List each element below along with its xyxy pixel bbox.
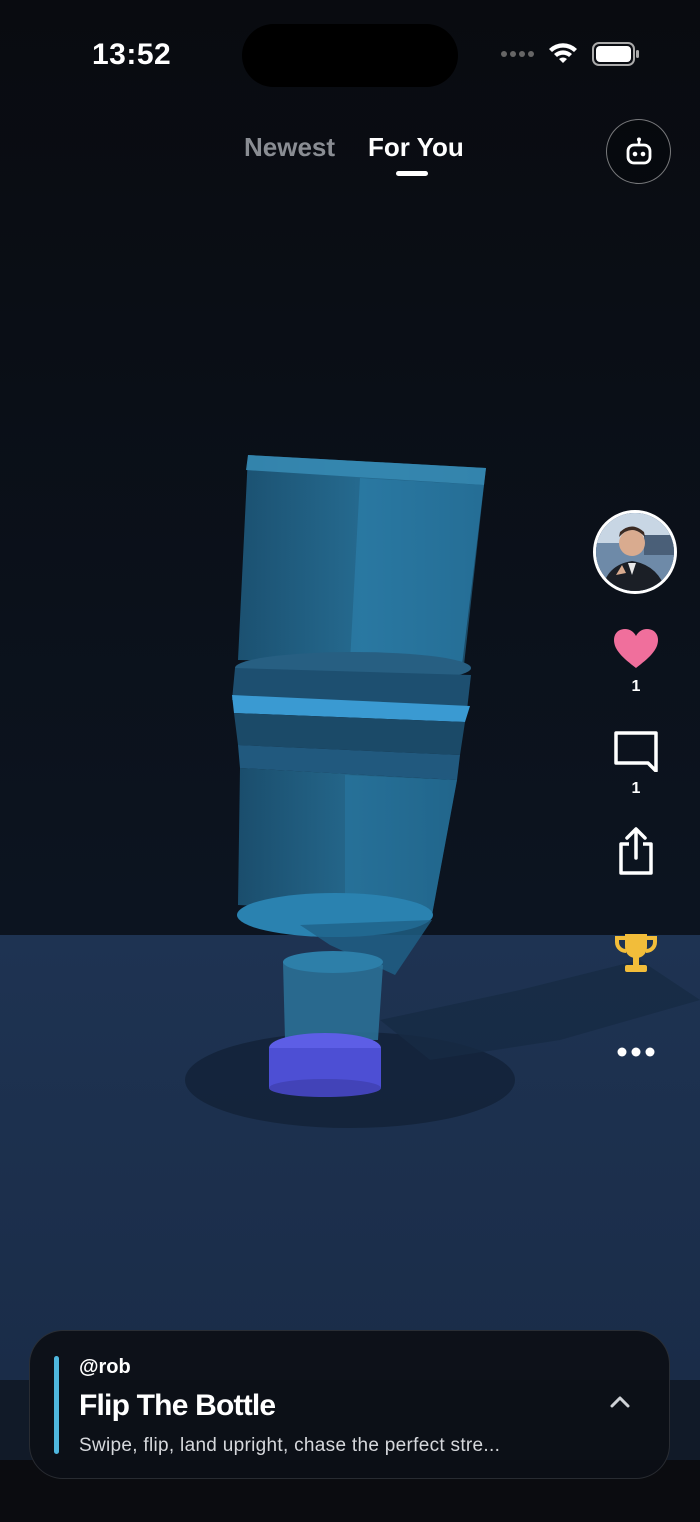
battery-icon <box>592 42 639 66</box>
more-icon <box>617 1047 655 1057</box>
post-accent-bar <box>54 1356 59 1454</box>
comment-count: 1 <box>631 780 641 797</box>
post-info-card[interactable]: @rob Flip The Bottle Swipe, flip, land u… <box>29 1330 670 1479</box>
robot-icon <box>626 137 651 164</box>
share-button[interactable] <box>592 826 680 876</box>
post-username[interactable]: @rob <box>79 1356 131 1379</box>
active-tab-indicator <box>396 171 428 176</box>
status-time: 13:52 <box>92 38 172 71</box>
trophy-icon <box>615 934 657 972</box>
leaderboard-button[interactable] <box>592 932 680 974</box>
heart-icon <box>614 629 658 668</box>
avatar-image <box>596 513 674 591</box>
post-title: Flip The Bottle <box>79 1389 276 1422</box>
like-button[interactable]: 1 <box>592 628 680 696</box>
comment-icon <box>614 731 658 772</box>
comment-button[interactable]: 1 <box>592 730 680 798</box>
share-icon <box>619 827 653 875</box>
wifi-icon <box>549 43 577 63</box>
ai-assistant-button[interactable] <box>606 119 671 184</box>
tab-newest[interactable]: Newest <box>244 132 335 163</box>
tab-for-you[interactable]: For You <box>368 132 464 163</box>
status-icons <box>500 42 640 66</box>
dynamic-island <box>242 24 458 87</box>
signal-icon <box>501 51 534 57</box>
like-count: 1 <box>631 678 641 695</box>
more-button[interactable] <box>592 1046 680 1058</box>
feed-tabs: Newest For You <box>0 130 700 180</box>
avatar[interactable] <box>593 510 677 594</box>
status-bar: 13:52 <box>0 0 700 110</box>
post-description: Swipe, flip, land upright, chase the per… <box>79 1435 501 1456</box>
chevron-up-icon[interactable] <box>609 1395 631 1409</box>
